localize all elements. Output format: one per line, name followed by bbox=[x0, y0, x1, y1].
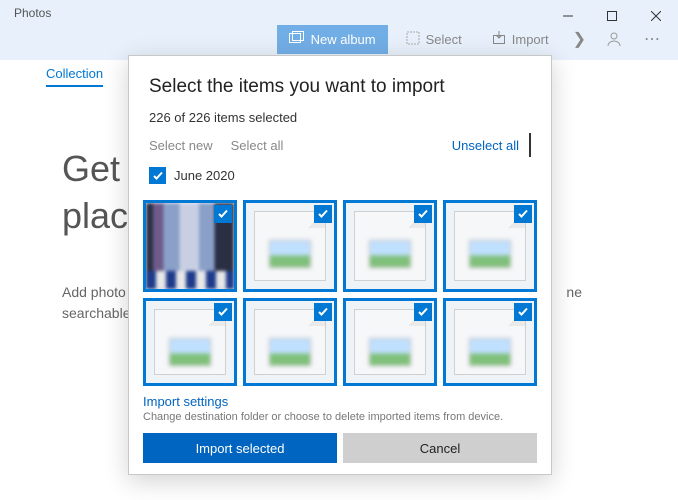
import-label: Import bbox=[512, 32, 549, 47]
thumbnail[interactable] bbox=[443, 200, 537, 292]
import-dialog: Select the items you want to import 226 … bbox=[128, 55, 552, 475]
import-settings-link[interactable]: Import settings bbox=[143, 394, 537, 409]
chevron-right-icon[interactable]: ❯ bbox=[567, 29, 592, 49]
new-album-icon bbox=[289, 31, 305, 48]
selection-actions-row: Select new Select all Unselect all bbox=[149, 133, 531, 157]
dialog-bottom: Import settings Change destination folde… bbox=[129, 386, 551, 477]
dialog-button-row: Import selected Cancel bbox=[143, 433, 537, 463]
thumbnail[interactable] bbox=[343, 200, 437, 292]
selected-check-icon bbox=[514, 303, 532, 321]
select-label: Select bbox=[426, 32, 462, 47]
check-icon bbox=[152, 170, 164, 182]
thumbnail[interactable] bbox=[243, 200, 337, 292]
tab-collection[interactable]: Collection bbox=[46, 66, 103, 87]
import-settings-desc: Change destination folder or choose to d… bbox=[143, 411, 537, 423]
app-window: Photos New album Select Import ❯ ⋯ C bbox=[0, 0, 678, 500]
new-album-label: New album bbox=[311, 32, 376, 47]
selected-check-icon bbox=[314, 303, 332, 321]
app-title: Photos bbox=[14, 6, 51, 20]
select-all-link[interactable]: Select all bbox=[231, 138, 284, 153]
selected-check-icon bbox=[214, 205, 232, 223]
selected-check-icon bbox=[514, 205, 532, 223]
select-icon bbox=[406, 31, 420, 48]
dialog-title: Select the items you want to import bbox=[149, 76, 531, 98]
selected-check-icon bbox=[214, 303, 232, 321]
selected-check-icon bbox=[314, 205, 332, 223]
select-new-link[interactable]: Select new bbox=[149, 138, 213, 153]
more-icon[interactable]: ⋯ bbox=[636, 23, 668, 55]
select-button[interactable]: Select bbox=[394, 25, 474, 54]
import-selected-button[interactable]: Import selected bbox=[143, 433, 337, 463]
selected-check-icon bbox=[414, 205, 432, 223]
thumbnail[interactable] bbox=[343, 298, 437, 386]
import-icon bbox=[492, 31, 506, 48]
thumbnail-grid bbox=[129, 200, 551, 386]
thumbnail[interactable] bbox=[143, 298, 237, 386]
cancel-button[interactable]: Cancel bbox=[343, 433, 537, 463]
group-checkbox[interactable] bbox=[149, 167, 166, 184]
group-label: June 2020 bbox=[174, 168, 235, 183]
toolbar: New album Select Import ❯ ⋯ bbox=[277, 18, 668, 60]
ribbon: Photos New album Select Import ❯ ⋯ bbox=[0, 0, 678, 60]
import-button[interactable]: Import bbox=[480, 25, 561, 54]
selection-count: 226 of 226 items selected bbox=[149, 110, 531, 125]
new-album-button[interactable]: New album bbox=[277, 25, 388, 54]
thumbnail[interactable] bbox=[443, 298, 537, 386]
thumbnail[interactable] bbox=[143, 200, 237, 292]
group-header[interactable]: June 2020 bbox=[149, 167, 531, 184]
thumbnail[interactable] bbox=[243, 298, 337, 386]
unselect-all-link[interactable]: Unselect all bbox=[452, 138, 519, 153]
scrollbar-handle[interactable] bbox=[529, 133, 531, 157]
selected-check-icon bbox=[414, 303, 432, 321]
account-icon[interactable] bbox=[598, 23, 630, 55]
